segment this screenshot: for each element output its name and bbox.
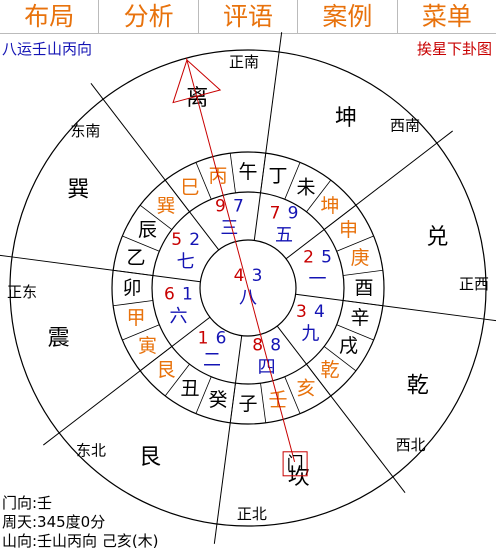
mountain-divider <box>229 153 236 193</box>
facing-star: 8 <box>270 336 281 356</box>
trigram-label: 震 <box>48 326 70 351</box>
base-star: 七 <box>177 252 195 273</box>
mountain-label: 卯 <box>122 277 141 299</box>
mountain-label: 坤 <box>321 195 340 217</box>
mountain-label: 巽 <box>156 195 175 217</box>
direction-label: 正西 <box>459 275 489 293</box>
base-star: 三 <box>220 218 238 239</box>
mountain-label: 亥 <box>296 377 315 399</box>
facing-star: 6 <box>216 328 227 348</box>
base-star: 二 <box>203 350 221 371</box>
mountain-divider <box>113 269 153 276</box>
mountain-divider <box>260 153 267 193</box>
base-star: 八 <box>239 288 257 309</box>
mountain-star: 2 <box>303 247 314 267</box>
mountain-label: 辰 <box>138 219 157 241</box>
mountain-label: 酉 <box>354 277 373 299</box>
trigram-label: 艮 <box>139 445 161 470</box>
trigram-label: 乾 <box>407 374 429 399</box>
facing-arrow <box>172 59 222 104</box>
mountain-label: 巳 <box>180 177 199 199</box>
base-star: 一 <box>309 269 327 290</box>
mountain-divider <box>113 300 153 307</box>
mountain-label: 庚 <box>351 247 370 269</box>
direction-label: 东南 <box>70 122 100 140</box>
mountain-label: 戌 <box>339 335 358 357</box>
base-star: 六 <box>169 306 187 327</box>
mountain-label: 乾 <box>321 359 340 381</box>
palace-divider-ext <box>0 254 13 258</box>
palace-divider-ext <box>90 83 104 100</box>
mountain-label: 辛 <box>351 307 370 329</box>
mountain-label: 癸 <box>208 389 227 411</box>
base-star: 五 <box>275 225 293 246</box>
palace-divider <box>11 256 201 283</box>
facing-star: 3 <box>252 266 263 286</box>
mountain-star: 7 <box>270 204 281 224</box>
mountain-divider <box>229 383 236 423</box>
facing-star: 4 <box>314 302 325 322</box>
base-star: 四 <box>258 357 276 378</box>
palace-divider-ext <box>392 476 406 493</box>
mountain-star: 6 <box>164 285 175 305</box>
mountain-label: 甲 <box>126 307 145 329</box>
mountain-divider <box>343 300 383 307</box>
direction-label: 正东 <box>7 283 37 301</box>
mountain-star: 5 <box>171 230 182 250</box>
facing-star: 7 <box>233 196 244 216</box>
trigram-label: 坤 <box>335 106 357 131</box>
mountain-label: 寅 <box>138 335 157 357</box>
mountain-label: 未 <box>296 177 315 199</box>
direction-label: 东北 <box>76 442 106 460</box>
facing-star: 5 <box>321 247 332 267</box>
gate-direction-text: 门向:壬 <box>2 494 53 512</box>
facing-star: 2 <box>189 230 200 250</box>
compass-chart: 正南西南正西西北正北东北正东东南离坤兑乾坎艮震巽丙午丁未坤申庚酉辛戌乾亥壬子癸丑… <box>0 32 496 544</box>
facing-star: 1 <box>182 285 193 305</box>
mountain-label: 艮 <box>156 359 175 381</box>
mountain-divider <box>260 383 267 423</box>
mountain-star: 1 <box>198 328 209 348</box>
trigram-label: 兑 <box>426 225 448 250</box>
palace-divider-ext <box>278 32 283 53</box>
degree-text: 周天:345度0分 <box>2 513 106 531</box>
palace-divider-ext <box>213 523 218 544</box>
mountain-facing-text: 山向:壬山丙向 己亥(木) <box>2 532 159 550</box>
mountain-label: 子 <box>238 393 257 415</box>
trigram-label: 巽 <box>67 178 89 203</box>
palace-divider-ext <box>436 130 453 144</box>
mountain-label: 丑 <box>180 377 199 399</box>
mountain-divider <box>343 269 383 276</box>
mountain-label: 乙 <box>126 247 145 269</box>
direction-label: 西南 <box>390 116 420 134</box>
mountain-star: 3 <box>296 302 307 322</box>
palace-divider-ext <box>43 432 60 446</box>
mountain-label: 丁 <box>269 165 288 187</box>
direction-label: 正南 <box>229 53 259 71</box>
base-star: 九 <box>301 324 319 345</box>
palace-divider-ext <box>483 318 496 322</box>
direction-label: 西北 <box>396 436 426 454</box>
facing-star: 9 <box>288 204 299 224</box>
mountain-label: 申 <box>339 219 358 241</box>
mountain-label: 午 <box>238 161 257 183</box>
gate-label: 门 <box>287 454 304 474</box>
direction-label: 正北 <box>237 505 267 523</box>
